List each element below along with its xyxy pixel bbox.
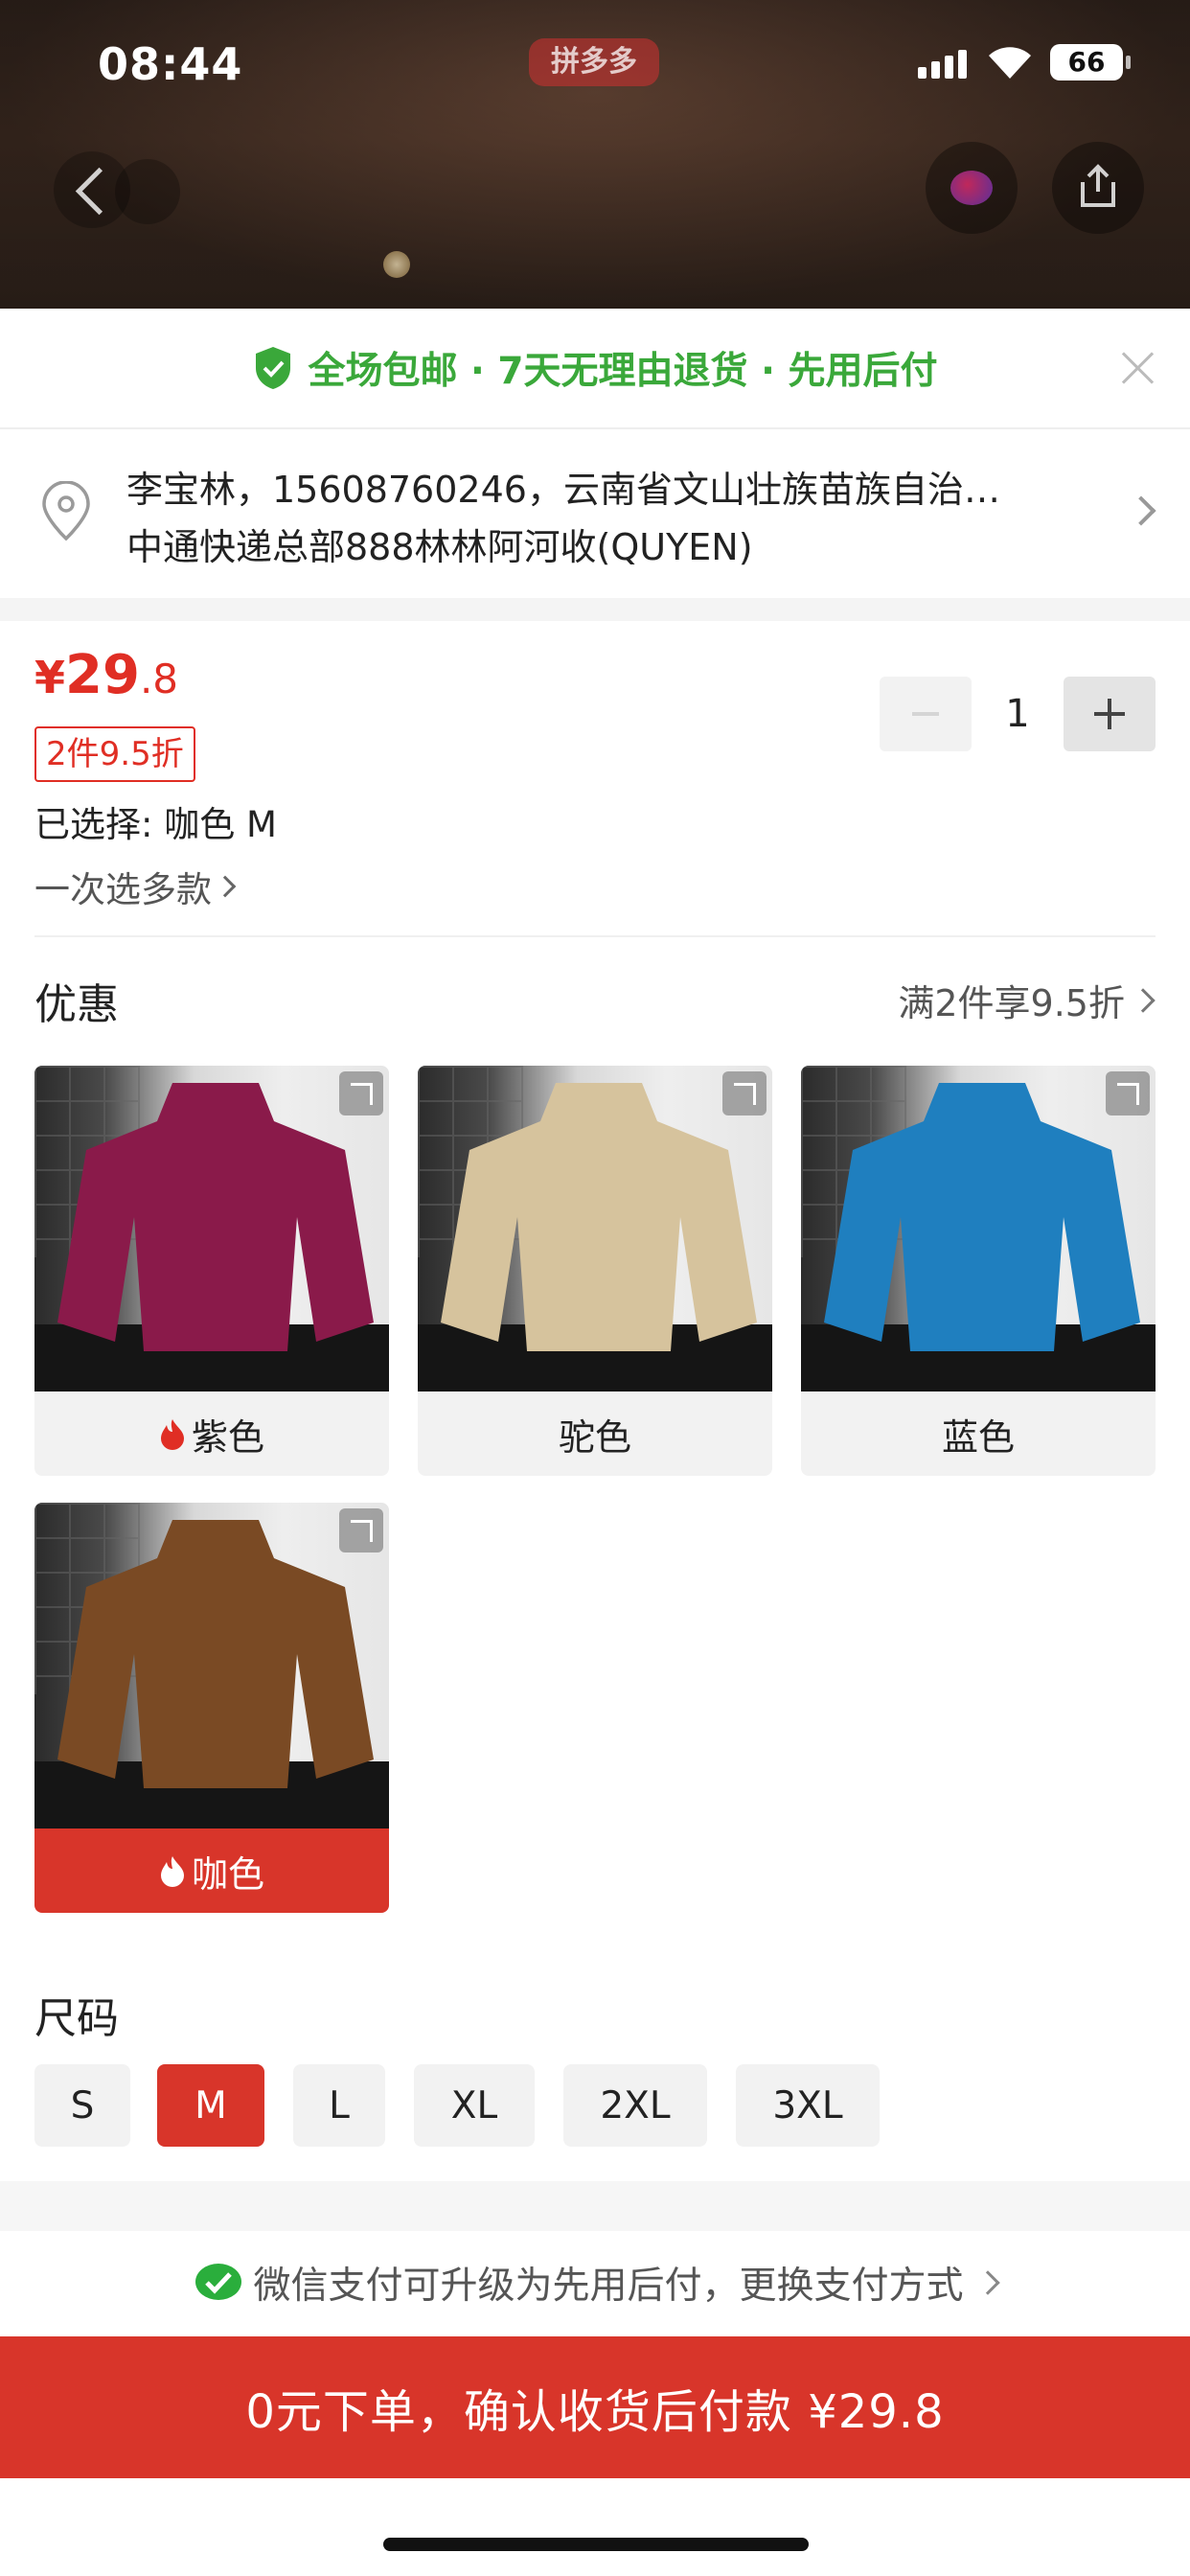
favorite-button[interactable] xyxy=(926,142,1018,234)
price: ¥29.8 xyxy=(34,644,178,706)
color-label: 蓝色 xyxy=(801,1392,1156,1476)
size-option-s[interactable]: S xyxy=(34,2064,130,2147)
price-decimal: .8 xyxy=(139,656,179,702)
size-title: 尺码 xyxy=(34,1994,119,2043)
product-photo xyxy=(418,1066,772,1392)
size-option-3xl[interactable]: 3XL xyxy=(736,2064,880,2147)
section-separator xyxy=(0,2181,1190,2231)
increase-quantity-button[interactable] xyxy=(1064,677,1156,751)
divider xyxy=(34,935,1156,937)
section-separator xyxy=(0,598,1190,621)
color-label: 驼色 xyxy=(418,1392,772,1476)
size-option-l[interactable]: L xyxy=(293,2064,385,2147)
flame-icon xyxy=(160,1419,184,1450)
payment-method-hint[interactable]: 微信支付可升级为先用后付，更换支付方式 xyxy=(0,2231,1190,2334)
multi-select-link[interactable]: 一次选多款 xyxy=(34,861,237,912)
shield-check-icon xyxy=(256,347,291,389)
price-currency: ¥ xyxy=(34,652,66,703)
share-button[interactable] xyxy=(1052,142,1144,234)
home-button[interactable] xyxy=(115,159,180,224)
color-name: 蓝色 xyxy=(941,1415,1015,1459)
brand-watermark: 拼多多 xyxy=(529,38,659,86)
decrease-quantity-button[interactable] xyxy=(880,677,972,751)
offer-title: 优惠 xyxy=(34,980,119,1029)
multi-select-label: 一次选多款 xyxy=(34,869,212,910)
color-name: 咖色 xyxy=(191,1852,264,1896)
promo-text: 全场包邮 · 7天无理由退货 · 先用后付 xyxy=(308,350,938,393)
color-name: 紫色 xyxy=(191,1415,264,1459)
color-name: 驼色 xyxy=(558,1415,631,1459)
offer-detail-link[interactable]: 满2件享9.5折 xyxy=(898,974,1156,1026)
status-time: 08:44 xyxy=(98,38,243,90)
expand-icon[interactable] xyxy=(339,1508,383,1552)
price-integer: 29 xyxy=(65,644,140,706)
sku-selection-sheet: 全场包邮 · 7天无理由退货 · 先用后付 李宝林，15608760246，云南… xyxy=(0,309,1190,2576)
share-icon xyxy=(1081,164,1115,207)
quantity-stepper: 1 xyxy=(880,677,1156,751)
quantity-value: 1 xyxy=(1005,692,1030,736)
expand-icon[interactable] xyxy=(1106,1071,1150,1116)
flame-icon xyxy=(160,1856,184,1887)
service-promo-bar: 全场包邮 · 7天无理由退货 · 先用后付 xyxy=(0,309,1190,427)
color-option-camel[interactable]: 驼色 xyxy=(418,1066,772,1476)
submit-order-button[interactable]: 0元下单，确认收货后付款 ¥29.8 xyxy=(0,2336,1190,2478)
wifi-icon xyxy=(989,47,1031,79)
close-icon[interactable] xyxy=(1119,349,1157,387)
product-photo xyxy=(801,1066,1156,1392)
location-pin-icon xyxy=(42,481,90,541)
cellular-signal-icon xyxy=(918,50,967,79)
color-option-blue[interactable]: 蓝色 xyxy=(801,1066,1156,1476)
color-label: 咖色 xyxy=(34,1828,389,1913)
shipping-address[interactable]: 李宝林，15608760246，云南省文山壮族苗族自治… 中通快递总部888林林… xyxy=(0,429,1190,598)
discount-tag: 2件9.5折 xyxy=(34,726,195,782)
expand-icon[interactable] xyxy=(339,1071,383,1116)
chevron-right-icon xyxy=(974,2270,1000,2295)
address-line-2: 中通快递总部888林林阿河收(QUYEN) xyxy=(126,526,753,568)
size-option-xl[interactable]: XL xyxy=(414,2064,535,2147)
favorite-icon xyxy=(950,171,993,205)
color-option-coffee[interactable]: 咖色 xyxy=(34,1503,389,1913)
color-option-purple[interactable]: 紫色 xyxy=(34,1066,389,1476)
size-option-m[interactable]: M xyxy=(157,2064,264,2147)
size-option-2xl[interactable]: 2XL xyxy=(563,2064,707,2147)
wechat-pay-icon xyxy=(195,2264,242,2300)
address-line-1: 李宝林，15608760246，云南省文山壮族苗族自治… xyxy=(126,469,1000,511)
chevron-right-icon xyxy=(214,875,237,898)
product-photo xyxy=(34,1066,389,1392)
offer-detail: 满2件享9.5折 xyxy=(898,982,1125,1024)
color-label: 紫色 xyxy=(34,1392,389,1476)
chevron-right-icon xyxy=(1126,495,1156,526)
payment-hint-text: 微信支付可升级为先用后付，更换支付方式 xyxy=(253,2265,964,2308)
battery-indicator: 66 xyxy=(1050,44,1131,80)
chevron-right-icon xyxy=(1131,987,1156,1013)
product-photo xyxy=(34,1503,389,1828)
hero-detail xyxy=(383,251,410,278)
home-indicator xyxy=(383,2538,809,2551)
selected-variant-text: 已选择: 咖色 M xyxy=(34,804,277,845)
expand-icon[interactable] xyxy=(722,1071,767,1116)
